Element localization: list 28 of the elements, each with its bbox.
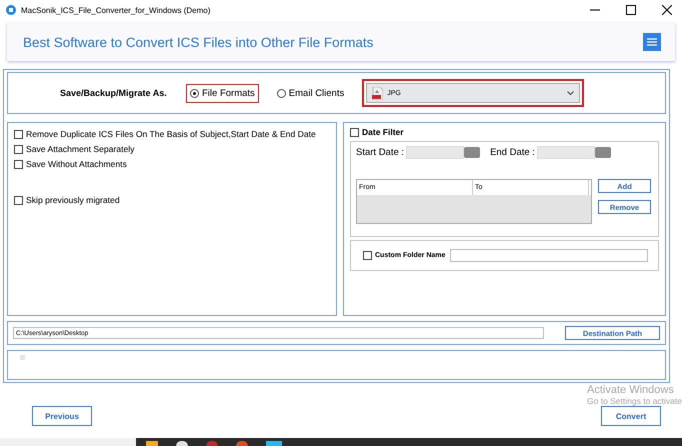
format-type-radio[interactable]: File Formats bbox=[186, 84, 259, 102]
start-date-field[interactable] bbox=[406, 146, 464, 159]
header-title: Best Software to Convert ICS Files into Other File Formats bbox=[23, 34, 374, 50]
folder-name-field[interactable] bbox=[450, 249, 648, 262]
option-checkbox[interactable]: Save Attachment Separately bbox=[14, 144, 330, 154]
maximize-icon[interactable] bbox=[626, 5, 636, 15]
window-title: MacSonik_ICS_File_Converter_for_Windows (Demo) bbox=[21, 6, 210, 14]
format-type-radio[interactable]: Email Clients bbox=[272, 84, 348, 102]
end-date-label: End Date : bbox=[490, 147, 535, 158]
image-file-icon bbox=[372, 86, 384, 100]
date-filter-checkbox[interactable]: Date Filter bbox=[350, 127, 659, 137]
menu-button[interactable] bbox=[643, 33, 661, 51]
option-checkbox[interactable]: Skip previously migrated bbox=[14, 195, 330, 205]
chevron-down-icon bbox=[567, 90, 574, 96]
close-icon[interactable] bbox=[662, 5, 672, 15]
start-date-label: Start Date : bbox=[356, 147, 404, 158]
menu-icon bbox=[647, 38, 657, 46]
option-checkbox[interactable]: Remove Duplicate ICS Files On The Basis of Subject,Start Date & End Date bbox=[14, 129, 330, 139]
option-checkbox[interactable]: Save Without Attachments bbox=[14, 159, 330, 169]
calendar-button[interactable] bbox=[464, 147, 480, 158]
previous-button[interactable]: Previous bbox=[32, 406, 92, 426]
calendar-button[interactable] bbox=[594, 147, 611, 158]
status-icon bbox=[20, 355, 25, 360]
convert-button[interactable]: Convert bbox=[601, 406, 661, 426]
activation-message: Go to Settings to activate bbox=[587, 396, 682, 406]
activation-title: Activate Windows bbox=[587, 384, 675, 396]
end-date-field[interactable] bbox=[536, 146, 595, 159]
save-as-label: Save/Backup/Migrate As. bbox=[60, 88, 168, 98]
